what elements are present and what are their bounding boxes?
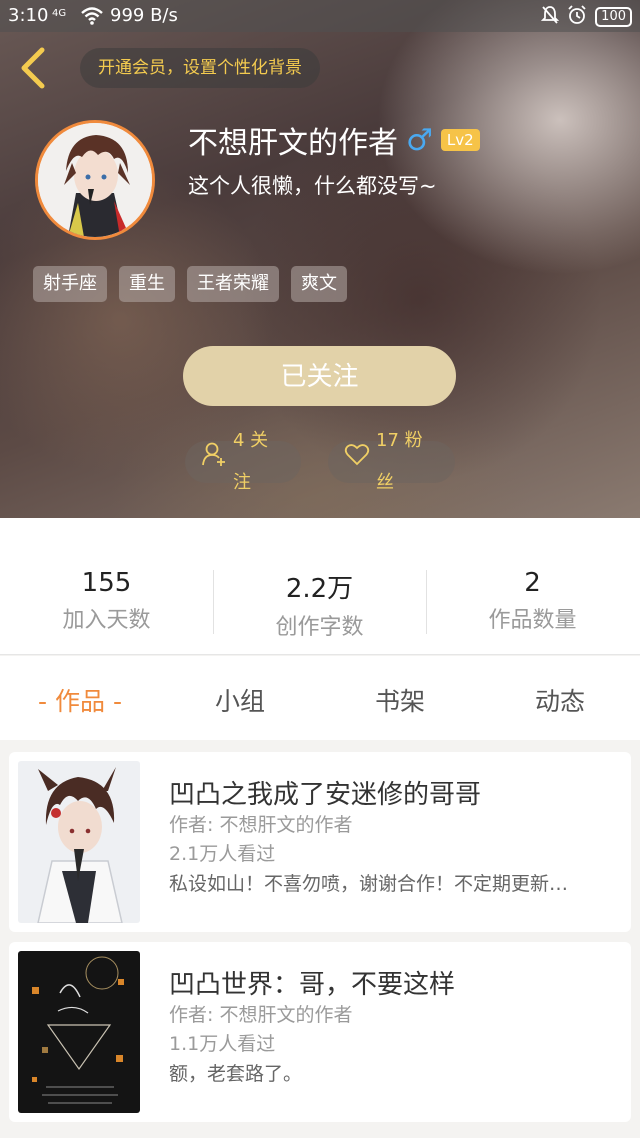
book-views: 1.1万人看过 xyxy=(169,1033,276,1055)
wifi-icon xyxy=(80,6,104,30)
name-row: 不想肝文的作者 ♂ Lv2 xyxy=(188,118,480,162)
stat-label: 加入天数 xyxy=(62,608,151,633)
book-cover xyxy=(18,761,140,923)
profile-header: 3:10 4G 999 B/s 100 开通会员，设置个性化背景 不想肝文的作者… xyxy=(0,0,640,518)
stat-label: 创作字数 xyxy=(275,615,364,640)
book-card[interactable]: 凹凸世界：哥，不要这样 作者: 不想肝文的作者 1.1万人看过 额，老套路了。 xyxy=(9,942,631,1122)
level-badge: Lv2 xyxy=(440,129,480,151)
followed-button[interactable]: 已关注 xyxy=(183,346,456,406)
stat-value: 2 xyxy=(524,568,541,598)
battery-indicator: 100 xyxy=(595,7,632,27)
stat-word-count: 2.2万 创作字数 xyxy=(213,568,426,641)
avatar[interactable] xyxy=(35,120,155,240)
following-count: 4 关注 xyxy=(233,430,269,493)
chevron-left-icon xyxy=(21,47,45,89)
username: 不想肝文的作者 xyxy=(188,126,398,161)
book-cover xyxy=(18,951,140,1113)
fans-count: 17 粉丝 xyxy=(376,430,423,493)
tab-bookshelf[interactable]: 书架 xyxy=(320,682,480,718)
book-description: 私设如山！不喜勿喷，谢谢合作！不定期更新… xyxy=(169,873,569,895)
status-bar: 3:10 4G 999 B/s 100 xyxy=(0,0,640,32)
add-user-icon xyxy=(201,441,227,483)
alarm-icon xyxy=(567,5,587,29)
book-author: 作者: 不想肝文的作者 xyxy=(169,814,353,836)
signal-indicator: 4G xyxy=(52,8,67,19)
book-author: 作者: 不想肝文的作者 xyxy=(169,1004,353,1026)
user-tag: 王者荣耀 xyxy=(187,266,279,302)
user-tag: 重生 xyxy=(119,266,175,302)
back-button[interactable] xyxy=(18,46,50,90)
following-button[interactable]: 4 关注 xyxy=(185,430,301,493)
stats-panel: 155 加入天数 2.2万 创作字数 2 作品数量 xyxy=(0,518,640,655)
stat-join-days: 155 加入天数 xyxy=(0,568,213,634)
tab-groups[interactable]: 小组 xyxy=(160,682,320,718)
bell-mute-icon xyxy=(540,5,560,29)
tab-bar: - 作品 - 小组 书架 动态 xyxy=(0,656,640,740)
male-gender-icon: ♂ xyxy=(406,122,433,158)
user-tag: 爽文 xyxy=(291,266,347,302)
stat-value: 2.2万 xyxy=(285,574,354,604)
stat-value: 155 xyxy=(81,568,132,598)
book-title: 凹凸之我成了安迷修的哥哥 xyxy=(169,780,482,810)
user-bio: 这个人很懒，什么都没写~ xyxy=(188,174,437,198)
stat-label: 作品数量 xyxy=(488,608,577,633)
tab-activity[interactable]: 动态 xyxy=(480,682,640,718)
vip-background-button[interactable]: 开通会员，设置个性化背景 xyxy=(80,48,320,88)
tag-list: 射手座 重生 王者荣耀 爽文 xyxy=(33,266,347,302)
tab-works[interactable]: - 作品 - xyxy=(0,682,160,718)
book-card[interactable]: 凹凸之我成了安迷修的哥哥 作者: 不想肝文的作者 2.1万人看过 私设如山！不喜… xyxy=(9,752,631,932)
book-description: 额，老套路了。 xyxy=(169,1063,303,1085)
fans-button[interactable]: 17 粉丝 xyxy=(328,430,455,493)
heart-icon xyxy=(344,441,370,483)
user-tag: 射手座 xyxy=(33,266,107,302)
network-speed: 999 B/s xyxy=(110,5,178,26)
stat-works-count: 2 作品数量 xyxy=(426,568,639,634)
book-title: 凹凸世界：哥，不要这样 xyxy=(169,970,456,1000)
status-time: 3:10 xyxy=(8,5,49,26)
book-views: 2.1万人看过 xyxy=(169,843,276,865)
